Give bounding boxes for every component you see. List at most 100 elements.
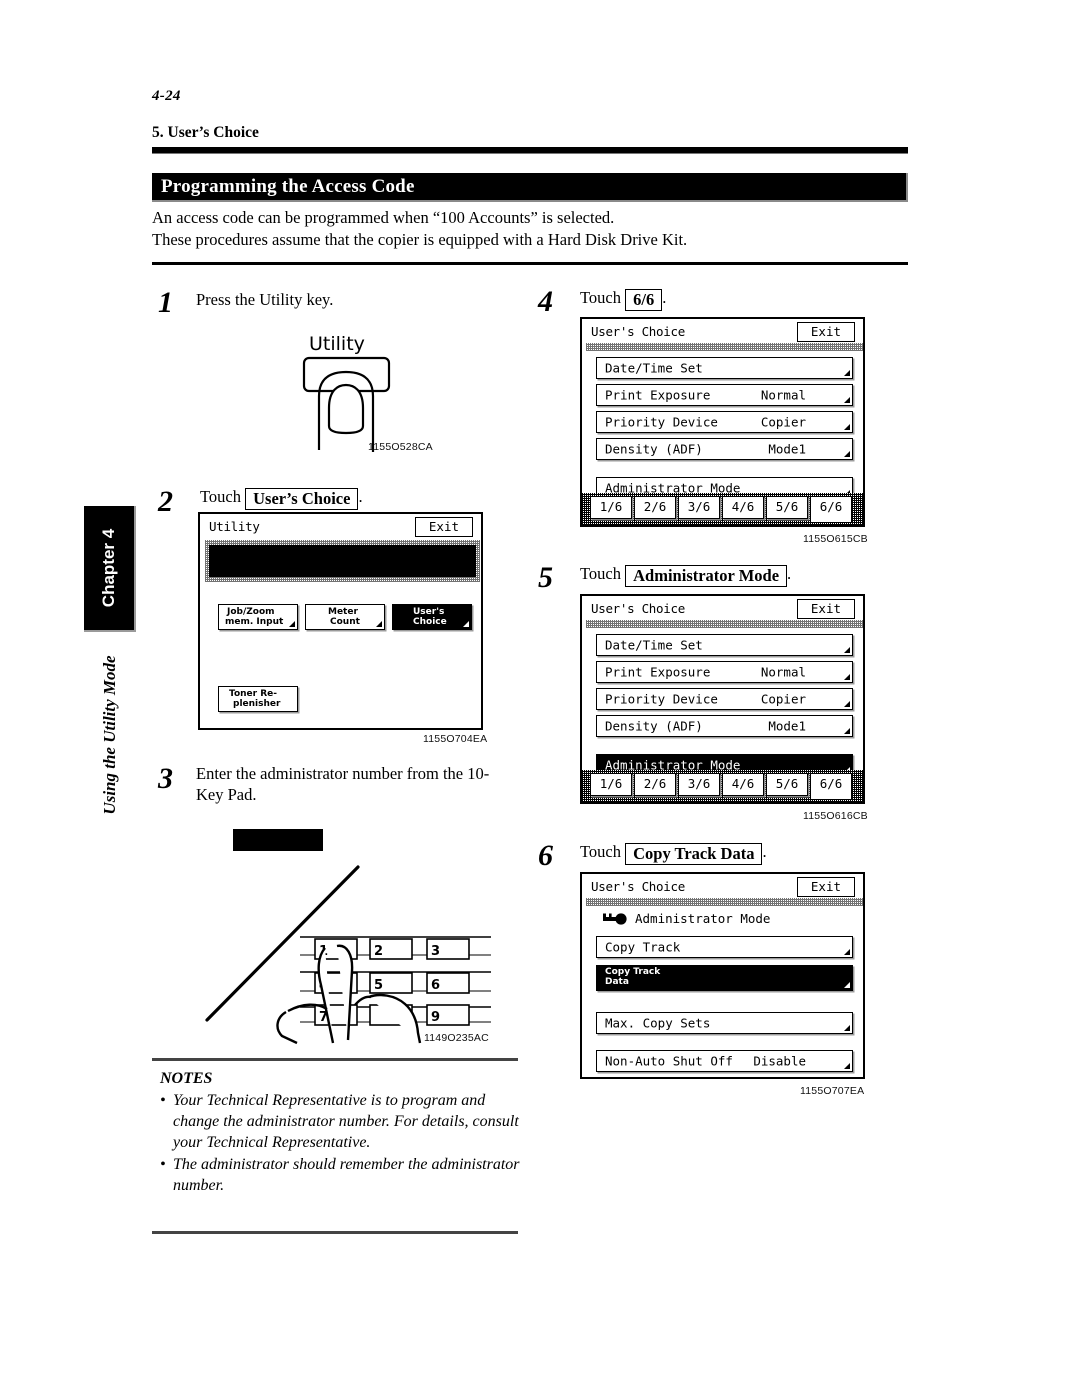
lcd-a-row-density-adf[interactable]: Density (ADF) Mode1 [596, 438, 853, 460]
lcd-utility-button-toner-line2: plenisher [233, 699, 281, 709]
lcd-b-tab-2-6[interactable]: 2/6 [634, 773, 676, 796]
lcd-b-row-print-exposure[interactable]: Print Exposure Normal [596, 661, 853, 683]
lcd-utility-button-meter-count-line1: Meter [328, 607, 358, 617]
figure-code-lcd-a: 1155O615CB [803, 533, 868, 545]
lcd-utility-button-job-zoom-line1: Job/Zoom [227, 607, 275, 617]
lcd-utility-button-toner-line1: Toner Re- [229, 689, 277, 699]
svg-text:2: 2 [374, 944, 383, 959]
keypad-illustration: 1 2 3 4 5 6 7 9 [155, 815, 515, 1045]
notes-list: Your Technical Representative is to prog… [160, 1090, 520, 1196]
lcd-a-row-print-exposure[interactable]: Print Exposure Normal [596, 384, 853, 406]
step-4-verb: Touch [580, 288, 622, 307]
corner-marker-icon [844, 949, 850, 955]
lcd-admin-row-copy-track-data[interactable]: Copy Track Data [596, 965, 853, 991]
notes-bottom-rule [152, 1231, 518, 1234]
lcd-a-tab-2-6[interactable]: 2/6 [634, 496, 676, 519]
lcd-admin-row-copy-track[interactable]: Copy Track [596, 936, 853, 958]
lcd-a-tab-4-6[interactable]: 4/6 [722, 496, 764, 519]
lcd-utility-button-users-choice-line1: User's [413, 607, 445, 617]
corner-marker-icon [844, 397, 850, 403]
lcd-utility-message-bar [209, 545, 476, 577]
svg-text:5: 5 [374, 978, 383, 993]
section-title-banner: Programming the Access Code [152, 173, 908, 202]
lcd-utility-button-users-choice[interactable]: User's Choice [392, 604, 472, 630]
lcd-administrator-mode-screen[interactable]: User's Choice Exit Administrator Mode Co… [580, 872, 865, 1079]
lcd-b-tab-4-6[interactable]: 4/6 [722, 773, 764, 796]
lcd-admin-row-1-line2: Data [605, 977, 629, 987]
lcd-utility-screen[interactable]: Utility Exit Job/Zoom mem. Input Meter C… [198, 512, 483, 730]
lcd-utility-button-job-zoom[interactable]: Job/Zoom mem. Input [218, 604, 298, 630]
lcd-a-exit-button[interactable]: Exit [796, 322, 855, 342]
lcd-b-tabstrip: 1/6 2/6 3/6 4/6 5/6 6/6 [582, 770, 863, 802]
key-icon [600, 912, 628, 926]
step-5-keycap[interactable]: Administrator Mode [625, 565, 788, 587]
lcd-utility-button-meter-count[interactable]: Meter Count [305, 604, 385, 630]
step-5-number: 5 [538, 561, 553, 594]
corner-marker-icon [844, 647, 850, 653]
chapter-tab-label: Chapter 4 [99, 528, 118, 608]
step-2-verb: Touch [200, 487, 242, 506]
corner-marker-icon [844, 424, 850, 430]
lcd-a-tabstrip: 1/6 2/6 3/6 4/6 5/6 6/6 [582, 493, 863, 525]
utility-key-label: Utility [309, 333, 365, 355]
lcd-b-tab-1-6[interactable]: 1/6 [590, 773, 632, 796]
lcd-a-row-1-value: Normal [760, 387, 806, 403]
lcd-b-row-1-label: Print Exposure [605, 664, 711, 680]
key-icon-svg [603, 913, 627, 925]
note-item: The administrator should remember the ad… [160, 1154, 520, 1196]
note-item: Your Technical Representative is to prog… [160, 1090, 520, 1153]
step-1-number: 1 [158, 286, 173, 319]
lcd-b-row-2-label: Priority Device [605, 691, 718, 707]
step-2-text: Touch User’s Choice. [200, 486, 510, 510]
lcd-a-tab-6-6[interactable]: 6/6 [810, 496, 852, 522]
lcd-users-choice-screen-a[interactable]: User's Choice Exit Date/Time Set Print E… [580, 317, 865, 527]
svg-text:3: 3 [431, 944, 440, 959]
lcd-b-row-date-time-set[interactable]: Date/Time Set [596, 634, 853, 656]
lcd-utility-button-toner-replenisher[interactable]: Toner Re- plenisher [218, 686, 298, 712]
lcd-b-separator-hatch [586, 620, 863, 628]
intro-paragraph: An access code can be programmed when “1… [152, 207, 912, 250]
lcd-utility-button-meter-count-line2: Count [330, 617, 360, 627]
lcd-a-row-date-time-set[interactable]: Date/Time Set [596, 357, 853, 379]
lcd-admin-row-non-auto-shut-off[interactable]: Non-Auto Shut Off Disable [596, 1050, 853, 1072]
lcd-a-row-1-label: Print Exposure [605, 387, 711, 403]
content-divider-rule [152, 262, 908, 265]
lcd-a-tab-1-6[interactable]: 1/6 [590, 496, 632, 519]
step-3-text: Enter the administrator number from the … [196, 764, 490, 804]
lcd-utility-exit-button[interactable]: Exit [414, 517, 473, 537]
corner-marker-icon [844, 674, 850, 680]
figure-code-lcd-utility: 1155O704EA [423, 733, 488, 745]
lcd-b-tab-6-6[interactable]: 6/6 [810, 773, 852, 799]
step-6-text: Touch Copy Track Data. [580, 841, 900, 865]
corner-marker-icon [844, 1063, 850, 1069]
lcd-b-row-density-adf[interactable]: Density (ADF) Mode1 [596, 715, 853, 737]
notes-top-rule [152, 1058, 518, 1061]
lcd-a-tab-5-6[interactable]: 5/6 [766, 496, 808, 519]
figure-code-keypad: 1149O235AC [424, 1032, 489, 1044]
intro-line-1: An access code can be programmed when “1… [152, 208, 615, 227]
lcd-admin-row-2-label: Max. Copy Sets [605, 1015, 711, 1031]
lcd-a-row-priority-device[interactable]: Priority Device Copier [596, 411, 853, 433]
lcd-b-tab-3-6[interactable]: 3/6 [678, 773, 720, 796]
step-5-text: Touch Administrator Mode. [580, 563, 900, 587]
lcd-admin-row-max-copy-sets[interactable]: Max. Copy Sets [596, 1012, 853, 1034]
step-6-keycap[interactable]: Copy Track Data [625, 843, 763, 865]
lcd-a-tab-3-6[interactable]: 3/6 [678, 496, 720, 519]
lcd-admin-row-1-line1: Copy Track [605, 967, 661, 977]
step-4-keycap[interactable]: 6/6 [625, 289, 663, 311]
corner-marker-icon [376, 621, 382, 627]
notes-header: NOTES [160, 1070, 213, 1087]
step-5-verb: Touch [580, 564, 622, 583]
lcd-admin-exit-button[interactable]: Exit [796, 877, 855, 897]
step-6-verb: Touch [580, 842, 622, 861]
lcd-b-exit-button[interactable]: Exit [796, 599, 855, 619]
lcd-b-row-priority-device[interactable]: Priority Device Copier [596, 688, 853, 710]
lcd-users-choice-screen-b[interactable]: User's Choice Exit Date/Time Set Print E… [580, 594, 865, 804]
step-2-keycap[interactable]: User’s Choice [245, 488, 359, 510]
lcd-b-row-2-value: Copier [760, 691, 806, 707]
svg-text:6: 6 [431, 978, 440, 993]
step-1-text: Press the Utility key. [196, 290, 334, 309]
section-title: Programming the Access Code [161, 176, 415, 197]
lcd-b-tab-5-6[interactable]: 5/6 [766, 773, 808, 796]
corner-marker-icon [844, 982, 850, 988]
